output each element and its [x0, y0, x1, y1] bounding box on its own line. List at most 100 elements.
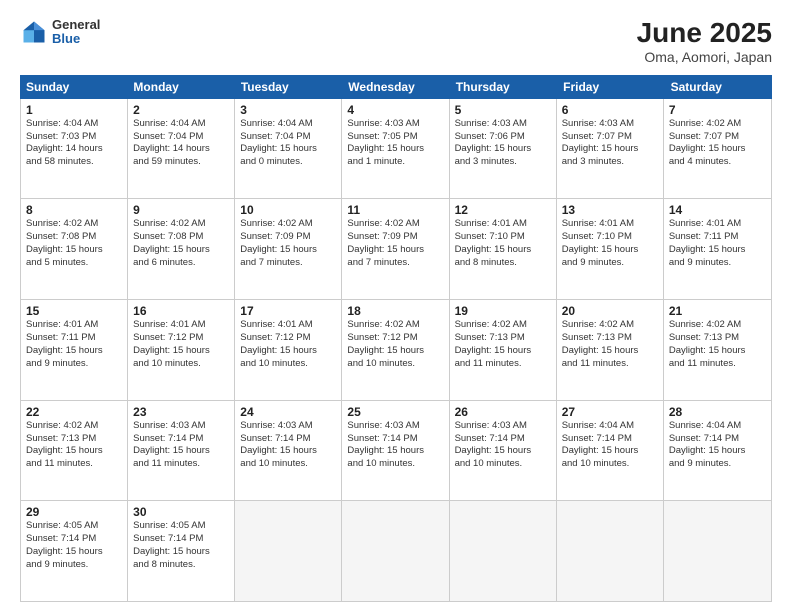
day-info-21: Sunrise: 4:02 AMSunset: 7:13 PMDaylight:…: [669, 319, 766, 370]
day-info-1: Sunrise: 4:04 AMSunset: 7:03 PMDaylight:…: [26, 118, 122, 169]
header: General Blue June 2025 Oma, Aomori, Japa…: [20, 18, 772, 65]
day-info-9: Sunrise: 4:02 AMSunset: 7:08 PMDaylight:…: [133, 218, 229, 269]
day-info-2: Sunrise: 4:04 AMSunset: 7:04 PMDaylight:…: [133, 118, 229, 169]
cal-cell-7: 7 Sunrise: 4:02 AMSunset: 7:07 PMDayligh…: [664, 99, 771, 199]
day-num-14: 14: [669, 203, 766, 217]
day-num-18: 18: [347, 304, 443, 318]
day-num-25: 25: [347, 405, 443, 419]
day-info-6: Sunrise: 4:03 AMSunset: 7:07 PMDaylight:…: [562, 118, 658, 169]
day-num-21: 21: [669, 304, 766, 318]
day-num-22: 22: [26, 405, 122, 419]
cal-cell-27: 27 Sunrise: 4:04 AMSunset: 7:14 PMDaylig…: [557, 401, 664, 501]
header-wednesday: Wednesday: [342, 75, 449, 99]
cal-cell-23: 23 Sunrise: 4:03 AMSunset: 7:14 PMDaylig…: [128, 401, 235, 501]
day-num-17: 17: [240, 304, 336, 318]
cal-cell-12: 12 Sunrise: 4:01 AMSunset: 7:10 PMDaylig…: [450, 199, 557, 299]
cal-cell-4: 4 Sunrise: 4:03 AMSunset: 7:05 PMDayligh…: [342, 99, 449, 199]
day-num-11: 11: [347, 203, 443, 217]
header-friday: Friday: [557, 75, 664, 99]
cal-row-1: 1 Sunrise: 4:04 AMSunset: 7:03 PMDayligh…: [21, 99, 771, 200]
day-num-13: 13: [562, 203, 658, 217]
cal-cell-28: 28 Sunrise: 4:04 AMSunset: 7:14 PMDaylig…: [664, 401, 771, 501]
cal-cell-13: 13 Sunrise: 4:01 AMSunset: 7:10 PMDaylig…: [557, 199, 664, 299]
calendar-header: Sunday Monday Tuesday Wednesday Thursday…: [20, 75, 772, 99]
header-tuesday: Tuesday: [235, 75, 342, 99]
cal-cell-empty-5: [664, 501, 771, 601]
header-monday: Monday: [127, 75, 234, 99]
cal-cell-empty-2: [342, 501, 449, 601]
cal-cell-empty-4: [557, 501, 664, 601]
cal-cell-26: 26 Sunrise: 4:03 AMSunset: 7:14 PMDaylig…: [450, 401, 557, 501]
day-info-18: Sunrise: 4:02 AMSunset: 7:12 PMDaylight:…: [347, 319, 443, 370]
cal-row-5: 29 Sunrise: 4:05 AMSunset: 7:14 PMDaylig…: [21, 501, 771, 601]
logo-icon: [20, 18, 48, 46]
day-info-25: Sunrise: 4:03 AMSunset: 7:14 PMDaylight:…: [347, 420, 443, 471]
day-num-10: 10: [240, 203, 336, 217]
day-info-8: Sunrise: 4:02 AMSunset: 7:08 PMDaylight:…: [26, 218, 122, 269]
subtitle: Oma, Aomori, Japan: [637, 49, 772, 65]
day-num-3: 3: [240, 103, 336, 117]
cal-row-2: 8 Sunrise: 4:02 AMSunset: 7:08 PMDayligh…: [21, 199, 771, 300]
day-num-20: 20: [562, 304, 658, 318]
day-num-16: 16: [133, 304, 229, 318]
day-info-27: Sunrise: 4:04 AMSunset: 7:14 PMDaylight:…: [562, 420, 658, 471]
cal-cell-14: 14 Sunrise: 4:01 AMSunset: 7:11 PMDaylig…: [664, 199, 771, 299]
day-info-15: Sunrise: 4:01 AMSunset: 7:11 PMDaylight:…: [26, 319, 122, 370]
day-num-30: 30: [133, 505, 229, 519]
logo-text: General Blue: [52, 18, 100, 47]
day-num-2: 2: [133, 103, 229, 117]
cal-cell-19: 19 Sunrise: 4:02 AMSunset: 7:13 PMDaylig…: [450, 300, 557, 400]
day-info-29: Sunrise: 4:05 AMSunset: 7:14 PMDaylight:…: [26, 520, 122, 571]
day-num-19: 19: [455, 304, 551, 318]
day-info-11: Sunrise: 4:02 AMSunset: 7:09 PMDaylight:…: [347, 218, 443, 269]
day-info-19: Sunrise: 4:02 AMSunset: 7:13 PMDaylight:…: [455, 319, 551, 370]
cal-cell-5: 5 Sunrise: 4:03 AMSunset: 7:06 PMDayligh…: [450, 99, 557, 199]
cal-cell-29: 29 Sunrise: 4:05 AMSunset: 7:14 PMDaylig…: [21, 501, 128, 601]
title-block: June 2025 Oma, Aomori, Japan: [637, 18, 772, 65]
cal-cell-21: 21 Sunrise: 4:02 AMSunset: 7:13 PMDaylig…: [664, 300, 771, 400]
day-num-29: 29: [26, 505, 122, 519]
day-info-20: Sunrise: 4:02 AMSunset: 7:13 PMDaylight:…: [562, 319, 658, 370]
logo-blue-text: Blue: [52, 32, 100, 46]
day-info-16: Sunrise: 4:01 AMSunset: 7:12 PMDaylight:…: [133, 319, 229, 370]
cal-cell-3: 3 Sunrise: 4:04 AMSunset: 7:04 PMDayligh…: [235, 99, 342, 199]
day-info-30: Sunrise: 4:05 AMSunset: 7:14 PMDaylight:…: [133, 520, 229, 571]
day-num-1: 1: [26, 103, 122, 117]
day-num-26: 26: [455, 405, 551, 419]
cal-row-3: 15 Sunrise: 4:01 AMSunset: 7:11 PMDaylig…: [21, 300, 771, 401]
cal-cell-20: 20 Sunrise: 4:02 AMSunset: 7:13 PMDaylig…: [557, 300, 664, 400]
day-info-4: Sunrise: 4:03 AMSunset: 7:05 PMDaylight:…: [347, 118, 443, 169]
day-num-27: 27: [562, 405, 658, 419]
cal-row-4: 22 Sunrise: 4:02 AMSunset: 7:13 PMDaylig…: [21, 401, 771, 502]
cal-cell-empty-3: [450, 501, 557, 601]
cal-cell-empty-1: [235, 501, 342, 601]
cal-cell-17: 17 Sunrise: 4:01 AMSunset: 7:12 PMDaylig…: [235, 300, 342, 400]
cal-cell-22: 22 Sunrise: 4:02 AMSunset: 7:13 PMDaylig…: [21, 401, 128, 501]
day-info-3: Sunrise: 4:04 AMSunset: 7:04 PMDaylight:…: [240, 118, 336, 169]
cal-cell-6: 6 Sunrise: 4:03 AMSunset: 7:07 PMDayligh…: [557, 99, 664, 199]
day-num-8: 8: [26, 203, 122, 217]
cal-cell-30: 30 Sunrise: 4:05 AMSunset: 7:14 PMDaylig…: [128, 501, 235, 601]
day-info-17: Sunrise: 4:01 AMSunset: 7:12 PMDaylight:…: [240, 319, 336, 370]
calendar-body: 1 Sunrise: 4:04 AMSunset: 7:03 PMDayligh…: [20, 99, 772, 602]
day-info-26: Sunrise: 4:03 AMSunset: 7:14 PMDaylight:…: [455, 420, 551, 471]
day-num-4: 4: [347, 103, 443, 117]
header-saturday: Saturday: [665, 75, 772, 99]
cal-cell-24: 24 Sunrise: 4:03 AMSunset: 7:14 PMDaylig…: [235, 401, 342, 501]
day-num-15: 15: [26, 304, 122, 318]
cal-cell-25: 25 Sunrise: 4:03 AMSunset: 7:14 PMDaylig…: [342, 401, 449, 501]
day-num-5: 5: [455, 103, 551, 117]
cal-cell-15: 15 Sunrise: 4:01 AMSunset: 7:11 PMDaylig…: [21, 300, 128, 400]
day-info-5: Sunrise: 4:03 AMSunset: 7:06 PMDaylight:…: [455, 118, 551, 169]
day-info-24: Sunrise: 4:03 AMSunset: 7:14 PMDaylight:…: [240, 420, 336, 471]
day-num-7: 7: [669, 103, 766, 117]
day-num-28: 28: [669, 405, 766, 419]
cal-cell-18: 18 Sunrise: 4:02 AMSunset: 7:12 PMDaylig…: [342, 300, 449, 400]
main-title: June 2025: [637, 18, 772, 49]
page: General Blue June 2025 Oma, Aomori, Japa…: [0, 0, 792, 612]
header-sunday: Sunday: [20, 75, 127, 99]
day-num-9: 9: [133, 203, 229, 217]
day-info-14: Sunrise: 4:01 AMSunset: 7:11 PMDaylight:…: [669, 218, 766, 269]
day-info-23: Sunrise: 4:03 AMSunset: 7:14 PMDaylight:…: [133, 420, 229, 471]
logo-general-text: General: [52, 18, 100, 32]
